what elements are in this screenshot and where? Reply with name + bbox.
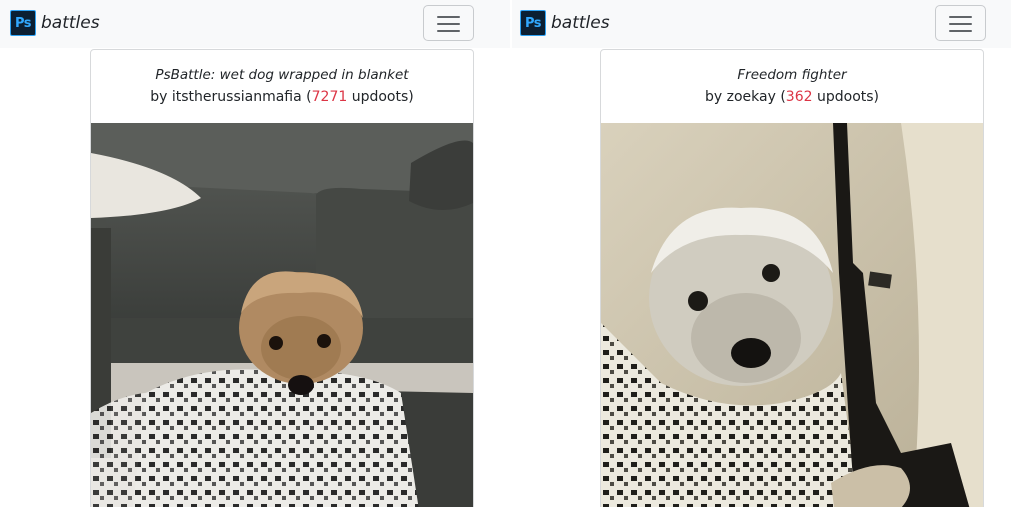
- author-link[interactable]: itstherussianmafia: [172, 89, 302, 105]
- right-pane: Ps battles Freedom fighter by zoekay (36…: [510, 0, 1011, 507]
- brand-link[interactable]: Ps battles: [520, 10, 610, 36]
- author-link[interactable]: zoekay: [727, 89, 776, 105]
- card-header: Freedom fighter by zoekay (362 updoots): [601, 50, 983, 123]
- brand-name: battles: [41, 13, 100, 33]
- photoshop-logo-icon: Ps: [520, 10, 546, 36]
- score-count: 7271: [311, 89, 348, 105]
- post-card: Freedom fighter by zoekay (362 updoots): [600, 49, 984, 507]
- post-byline: by itstherussianmafia (7271 updoots): [150, 89, 414, 105]
- post-title[interactable]: Freedom fighter: [601, 66, 983, 85]
- dog-with-rifle-photo[interactable]: [601, 123, 983, 507]
- brand-name: battles: [551, 13, 610, 33]
- post-title[interactable]: PsBattle: wet dog wrapped in blanket: [91, 66, 473, 85]
- hamburger-icon: [949, 16, 972, 18]
- navbar: Ps battles: [0, 0, 510, 48]
- left-pane: Ps battles PsBattle: wet dog wrapped in …: [0, 0, 510, 507]
- post-card: PsBattle: wet dog wrapped in blanket by …: [90, 49, 474, 507]
- post-byline: by zoekay (362 updoots): [704, 89, 880, 105]
- photoshop-logo-icon: Ps: [10, 10, 36, 36]
- brand-link[interactable]: Ps battles: [10, 10, 100, 36]
- hamburger-icon: [437, 16, 460, 18]
- menu-toggle-button[interactable]: [423, 5, 474, 41]
- navbar: Ps battles: [512, 0, 1011, 48]
- score-count: 362: [785, 89, 813, 105]
- menu-toggle-button[interactable]: [935, 5, 986, 41]
- card-header: PsBattle: wet dog wrapped in blanket by …: [91, 50, 473, 123]
- dog-in-blanket-photo[interactable]: [91, 123, 473, 507]
